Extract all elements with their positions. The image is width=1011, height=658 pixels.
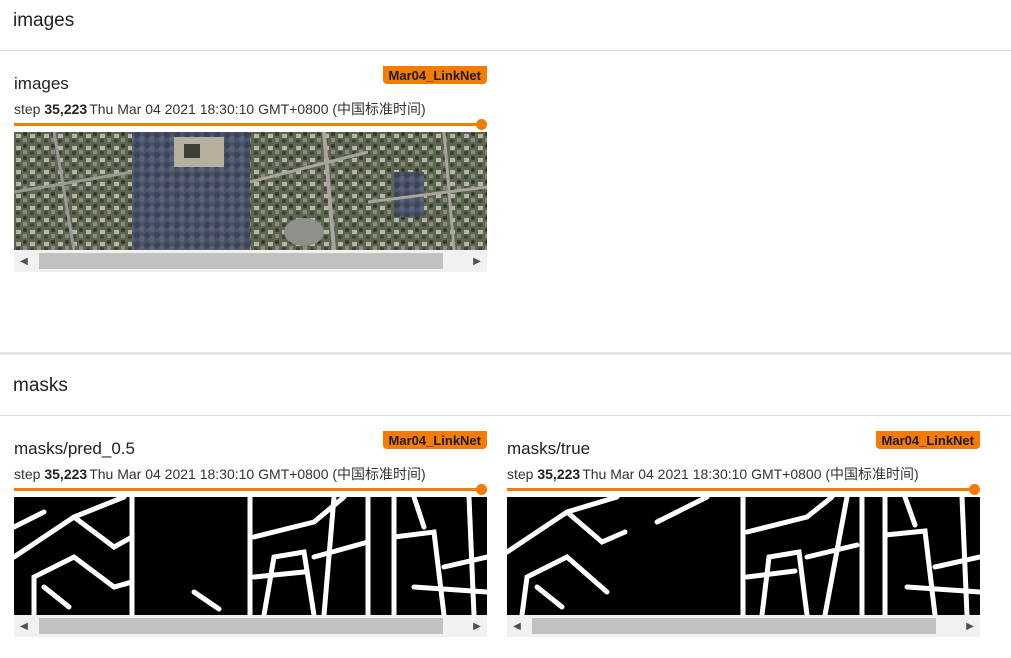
run-badge: Mar04_LinkNet: [875, 431, 980, 449]
step-slider[interactable]: [14, 484, 487, 496]
run-badge: Mar04_LinkNet: [382, 66, 487, 84]
slider-track: [14, 488, 482, 491]
scroll-right-arrow-icon[interactable]: ▶: [467, 615, 487, 637]
step-value: 35,223: [44, 466, 88, 482]
satellite-image: [14, 132, 487, 250]
step-label: step: [14, 101, 41, 117]
image-card-images: images Mar04_LinkNet step 35,223 Thu Mar …: [14, 66, 487, 282]
step-timestamp: Thu Mar 04 2021 18:30:10 GMT+0800 (中国标准时…: [89, 101, 426, 117]
step-slider[interactable]: [14, 119, 487, 131]
scroll-thumb[interactable]: [532, 618, 936, 634]
step-meta: step 35,223 Thu Mar 04 2021 18:30:10 GMT+…: [14, 464, 426, 484]
slider-thumb[interactable]: [476, 119, 487, 130]
step-timestamp: Thu Mar 04 2021 18:30:10 GMT+0800 (中国标准时…: [89, 466, 426, 482]
scroll-left-arrow-icon[interactable]: ◀: [507, 615, 527, 637]
step-value: 35,223: [537, 466, 581, 482]
image-card-masks-pred: masks/pred_0.5 Mar04_LinkNet step 35,223…: [14, 431, 487, 647]
scroll-right-arrow-icon[interactable]: ▶: [467, 250, 487, 272]
images-section: images images Mar04_LinkNet step 35,223 T…: [0, 0, 1011, 352]
card-title: masks/true: [507, 439, 591, 458]
section-divider: [0, 50, 1011, 51]
card-title: masks/pred_0.5: [14, 439, 135, 458]
card-title: images: [14, 74, 69, 93]
scroll-thumb[interactable]: [39, 253, 443, 269]
scroll-left-arrow-icon[interactable]: ◀: [14, 615, 34, 637]
sample-image: [507, 497, 980, 615]
step-meta: step 35,223 Thu Mar 04 2021 18:30:10 GMT+…: [14, 99, 426, 119]
section-divider: [0, 415, 1011, 416]
step-meta: step 35,223 Thu Mar 04 2021 18:30:10 GMT+…: [507, 464, 919, 484]
step-slider[interactable]: [507, 484, 980, 496]
mask-image: [14, 497, 487, 615]
horizontal-scrollbar[interactable]: ◀ ▶: [507, 615, 980, 637]
slider-track: [507, 488, 975, 491]
step-label: step: [507, 466, 534, 482]
step-timestamp: Thu Mar 04 2021 18:30:10 GMT+0800 (中国标准时…: [582, 466, 919, 482]
horizontal-scrollbar[interactable]: ◀ ▶: [14, 615, 487, 637]
mask-image: [507, 497, 980, 615]
sample-image: [14, 132, 487, 250]
slider-thumb[interactable]: [969, 484, 980, 495]
run-badge: Mar04_LinkNet: [382, 431, 487, 449]
masks-section: masks masks/pred_0.5 Mar04_LinkNet step …: [0, 355, 1011, 658]
image-card-masks-true: masks/true Mar04_LinkNet step 35,223 Thu …: [507, 431, 980, 647]
scroll-right-arrow-icon[interactable]: ▶: [960, 615, 980, 637]
scroll-thumb[interactable]: [39, 618, 443, 634]
slider-track: [14, 123, 482, 126]
scroll-left-arrow-icon[interactable]: ◀: [14, 250, 34, 272]
step-value: 35,223: [44, 101, 88, 117]
section-title: images: [13, 10, 75, 31]
step-label: step: [14, 466, 41, 482]
section-title: masks: [13, 375, 68, 396]
horizontal-scrollbar[interactable]: ◀ ▶: [14, 250, 487, 272]
sample-image: [14, 497, 487, 615]
slider-thumb[interactable]: [476, 484, 487, 495]
